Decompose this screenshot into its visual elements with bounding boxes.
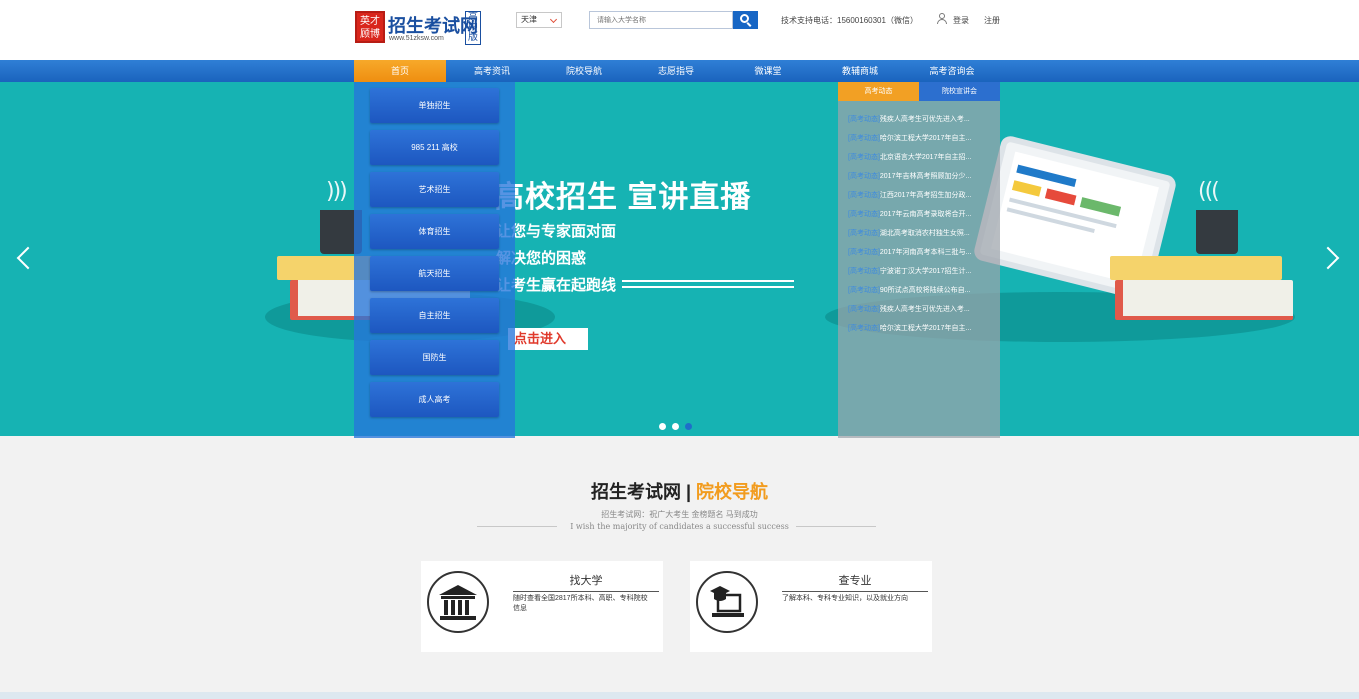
nav-item-home[interactable]: 首页 — [354, 60, 446, 82]
enter-button[interactable]: 点击进入 — [508, 328, 588, 350]
card-title: 查专业 — [782, 572, 928, 592]
news-item[interactable]: [高考动态]90所试点高校将陆续公布自... — [848, 285, 998, 299]
section-title: 招生考试网 | 院校导航 — [590, 482, 769, 502]
section-subtitle: 招生考试网：祝广大考生 金榜题名 马到成功 — [601, 510, 758, 519]
card-description: 了解本科、专科专业知识，以及就业方向 — [782, 595, 908, 602]
news-item[interactable]: [高考动态]宁波诺丁汉大学2017招生计... — [848, 266, 998, 280]
news-item[interactable]: [高考动态]2017年吉林高考照顾加分少... — [848, 171, 998, 185]
news-item[interactable]: [高考动态]江西2017年高考招生加分政... — [848, 190, 998, 204]
search-button[interactable] — [733, 11, 758, 29]
prev-slide-icon[interactable] — [16, 246, 40, 270]
news-item[interactable]: [高考动态]湖北高考取消农村独生女照... — [848, 228, 998, 242]
nav-item-consult[interactable]: 高考咨询会 — [906, 60, 998, 82]
slide-dot[interactable] — [659, 423, 666, 430]
next-slide-icon[interactable] — [1316, 246, 1340, 270]
banner-slider[interactable]: ))) ((( 高校招生 宣讲直播 让您与专家面对面 解决您的困惑 让考生赢在起… — [0, 82, 1359, 436]
book-icon — [1110, 256, 1282, 280]
news-item[interactable]: [高考动态]哈尔滨工程大学2017年自主... — [848, 323, 998, 337]
university-icon — [427, 571, 489, 633]
card-title: 找大学 — [513, 572, 659, 592]
user-icon[interactable] — [937, 13, 947, 24]
menu-item-art[interactable]: 艺术招生 — [370, 172, 499, 207]
steam-icon: ((( — [1198, 179, 1220, 204]
nav-item-shop[interactable]: 教辅商城 — [814, 60, 906, 82]
slide-dot-active[interactable] — [685, 423, 692, 430]
find-university-card[interactable]: 找大学 随时查看全国2817所本科、高职、专科院校信息 — [421, 561, 663, 652]
main-nav: 首页 高考资讯 院校导航 志愿指导 微课堂 教辅商城 高考咨询会 — [0, 60, 1359, 82]
tab-college-talks[interactable]: 院校宣讲会 — [919, 82, 1000, 101]
news-item[interactable]: [高考动态]北京语言大学2017年自主招... — [848, 152, 998, 166]
steam-icon: ))) — [326, 179, 348, 204]
news-item[interactable]: [高考动态]残疾人高考生可优先进入考... — [848, 304, 998, 318]
nav-item-microclass[interactable]: 微课堂 — [722, 60, 814, 82]
menu-item-autonomous[interactable]: 自主招生 — [370, 298, 499, 333]
city-select[interactable]: 天津 — [516, 12, 562, 28]
search-input[interactable] — [590, 12, 732, 28]
news-item[interactable]: [高考动态]2017年河南高考本科三批与... — [848, 247, 998, 261]
slide-dot[interactable] — [672, 423, 679, 430]
menu-item-aerospace[interactable]: 航天招生 — [370, 256, 499, 291]
card-description: 随时查看全国2817所本科、高职、专科院校信息 — [513, 595, 648, 612]
news-item[interactable]: [高考动态]2017年云南高考录取将合开... — [848, 209, 998, 223]
login-link[interactable]: 登录 — [953, 15, 969, 26]
footer-strip — [0, 692, 1359, 699]
section-subtitle-en: I wish the majority of candidates a succ… — [570, 522, 789, 531]
graduate-laptop-icon — [696, 571, 758, 633]
news-item[interactable]: [高考动态]残疾人高考生可优先进入考... — [848, 114, 998, 128]
menu-item-sports[interactable]: 体育招生 — [370, 214, 499, 249]
news-item[interactable]: [高考动态]哈尔滨工程大学2017年自主... — [848, 133, 998, 147]
search-box — [589, 11, 733, 29]
support-phone: 技术支持电话：15600160301（微信） — [781, 16, 918, 25]
menu-item-defense[interactable]: 国防生 — [370, 340, 499, 375]
header: 英才顾博 招生考试网 www.51zksw.com 高中版 天津 技术支持电话：… — [0, 0, 1359, 60]
menu-item-independent[interactable]: 单独招生 — [370, 88, 499, 123]
menu-item-985-211[interactable]: 985 211 高校 — [370, 130, 499, 165]
menu-item-adult[interactable]: 成人高考 — [370, 382, 499, 417]
find-major-card[interactable]: 查专业 了解本科、专科专业知识，以及就业方向 — [690, 561, 932, 652]
logo-edition: 高中版 — [465, 11, 481, 45]
nav-item-news[interactable]: 高考资讯 — [446, 60, 538, 82]
news-panel: 高考动态 院校宣讲会 [高考动态]残疾人高考生可优先进入考... [高考动态]哈… — [838, 82, 1000, 438]
tab-exam-news[interactable]: 高考动态 — [838, 82, 919, 101]
city-select-value: 天津 — [521, 15, 537, 24]
logo-seal: 英才 顾博 — [355, 11, 385, 43]
category-menu: 单独招生 985 211 高校 艺术招生 体育招生 航天招生 自主招生 国防生 … — [354, 82, 515, 438]
nav-item-colleges[interactable]: 院校导航 — [538, 60, 630, 82]
nav-item-guidance[interactable]: 志愿指导 — [630, 60, 722, 82]
divider — [796, 526, 876, 527]
mug-icon — [1196, 210, 1238, 254]
logo-url: www.51zksw.com — [389, 35, 444, 42]
site-logo[interactable]: 英才 顾博 招生考试网 www.51zksw.com 高中版 — [355, 11, 481, 45]
chevron-down-icon — [549, 15, 558, 24]
banner-title: 高校招生 宣讲直播 — [494, 181, 752, 214]
register-link[interactable]: 注册 — [984, 15, 1000, 26]
